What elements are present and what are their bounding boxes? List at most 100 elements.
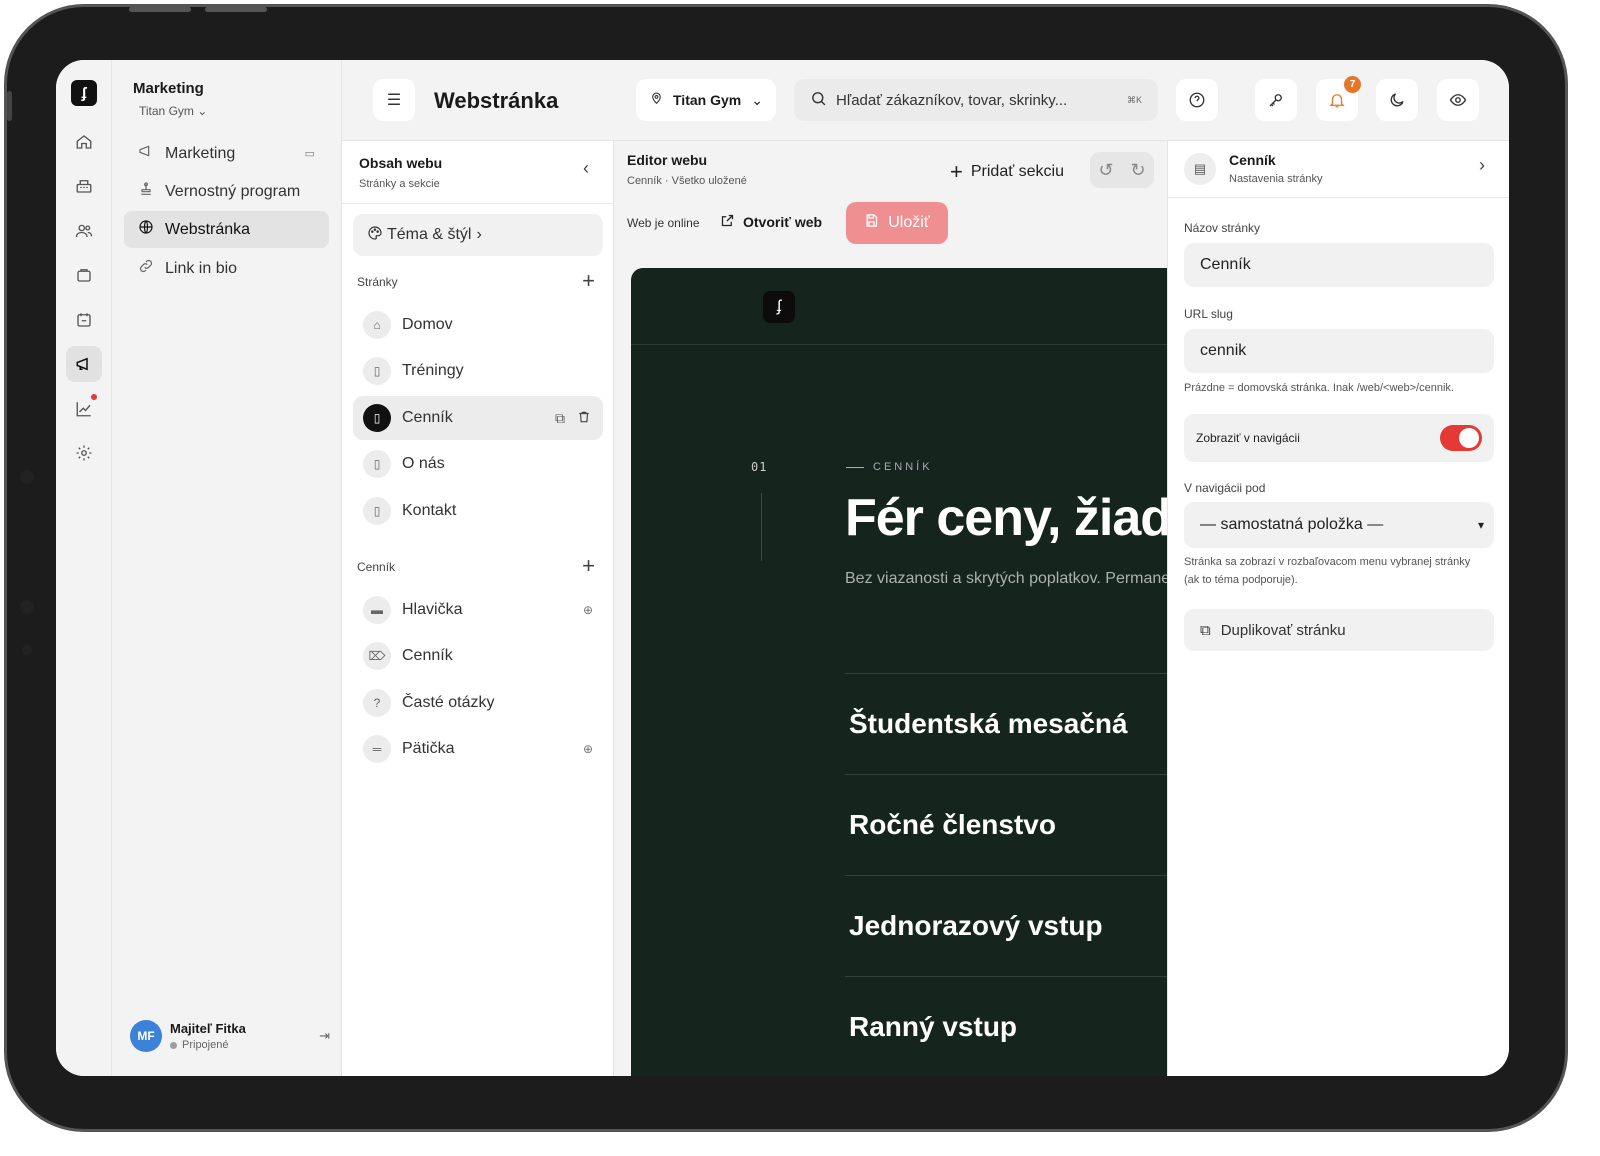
hardware-button xyxy=(129,7,191,12)
user-profile[interactable]: MF Majiteľ Fitka Pripojené ⇥ xyxy=(130,1020,330,1052)
register-icon[interactable] xyxy=(66,168,102,204)
sidebar-item-label: Marketing xyxy=(165,144,236,162)
section-item-faq[interactable]: ? Časté otázky xyxy=(353,681,603,725)
chevron-down-icon: ▾ xyxy=(1477,518,1484,532)
theme-style-button[interactable]: Téma & štýl › xyxy=(353,214,603,256)
section-item-pricing[interactable]: ⌦ Cenník xyxy=(353,634,603,678)
content-panel: Obsah webu Stránky a sekcie ‹ Téma & štý… xyxy=(342,141,614,1076)
toggle-switch[interactable] xyxy=(1440,425,1482,451)
page-label: Kontakt xyxy=(402,502,457,519)
logout-icon[interactable]: ⇥ xyxy=(319,1028,330,1044)
name-label: Názov stránky xyxy=(1184,221,1261,235)
duplicate-label: Duplikovať stránku xyxy=(1220,621,1346,639)
plan-row: Študentská mesačná xyxy=(845,673,1171,774)
key-icon[interactable] xyxy=(1255,79,1297,121)
sidebar: Marketing Titan Gym ⌄ Marketing ▭ Vernos… xyxy=(112,60,342,1076)
search-input[interactable]: Hľadať zákazníkov, tovar, skrinky... ⌘K xyxy=(794,79,1158,121)
page-item-contact[interactable]: ▯ Kontakt xyxy=(353,489,603,533)
sidebar-item-marketing[interactable]: Marketing ▭ xyxy=(124,135,329,172)
sidebar-title: Marketing xyxy=(133,80,204,97)
search-icon xyxy=(810,90,827,111)
nav-parent-hint: Stránka sa zobrazí v rozbaľovacom menu v… xyxy=(1184,556,1471,586)
slug-hint: Prázdne = domovská stránka. Inak /web/<w… xyxy=(1184,382,1454,394)
site-preview[interactable]: ʄ 01 CENNÍK Fér ceny, žiadne Bez viazano… xyxy=(631,268,1171,1076)
trash-icon[interactable] xyxy=(577,410,591,427)
section-number: 01 xyxy=(751,460,768,474)
gym-name: Titan Gym xyxy=(673,92,742,108)
palette-icon xyxy=(367,225,383,246)
preview-heading: Fér ceny, žiadne xyxy=(845,489,1171,547)
page-item-pricing[interactable]: ▯ Cenník ⧉ xyxy=(353,396,603,440)
nav-visibility-toggle[interactable]: Zobraziť v navigácii xyxy=(1184,414,1494,462)
card-icon: ▭ xyxy=(304,148,315,160)
customers-icon[interactable] xyxy=(66,213,102,249)
open-web-link[interactable]: Otvoriť web xyxy=(720,213,822,231)
section-label: Cenník xyxy=(402,647,453,664)
external-link-icon xyxy=(720,213,735,231)
org-switcher[interactable]: Titan Gym ⌄ xyxy=(139,104,207,118)
section-item-header[interactable]: ▬ Hlavička ⊕ xyxy=(353,588,603,632)
globe-icon: ⊕ xyxy=(582,742,593,756)
sidebar-item-website[interactable]: Webstránka xyxy=(124,211,329,248)
page-label: Tréningy xyxy=(402,362,464,379)
sidebar-item-label: Vernostný program xyxy=(165,182,301,200)
analytics-icon[interactable] xyxy=(66,391,102,427)
site-logo-icon: ʄ xyxy=(763,291,795,323)
sidebar-item-loyalty[interactable]: Vernostný program xyxy=(124,173,329,210)
theme-label: Téma & štýl xyxy=(387,226,472,243)
app-logo-icon[interactable]: ʄ xyxy=(71,80,97,106)
bell-icon[interactable]: 7 xyxy=(1316,76,1361,121)
sidebar-item-label: Webstránka xyxy=(165,220,251,238)
page-label: O nás xyxy=(402,455,445,472)
chevron-down-icon: ⌄ xyxy=(197,104,208,118)
add-section-icon[interactable]: + xyxy=(582,553,595,579)
settings-icon[interactable] xyxy=(66,435,102,471)
editor-panel: Editor webu Cenník · Všetko uložené + Pri… xyxy=(614,141,1171,1076)
page-name-field[interactable]: Cenník xyxy=(1184,243,1494,287)
products-icon[interactable] xyxy=(66,257,102,293)
gym-selector[interactable]: Titan Gym ⌄ xyxy=(636,79,776,121)
stamp-icon xyxy=(138,181,156,202)
moon-icon[interactable] xyxy=(1376,79,1418,121)
megaphone-icon[interactable] xyxy=(66,346,102,382)
redo-icon[interactable]: ↻ xyxy=(1130,160,1145,181)
page-item-home[interactable]: ⌂ Domov xyxy=(353,303,603,347)
undo-icon[interactable]: ↺ xyxy=(1098,160,1113,181)
sidebar-item-link-in-bio[interactable]: Link in bio xyxy=(124,250,329,287)
editor-status: Cenník · Všetko uložené xyxy=(627,175,747,187)
add-section-button[interactable]: + Pridať sekciu xyxy=(950,159,1064,185)
page-item-trainings[interactable]: ▯ Tréningy xyxy=(353,349,603,393)
duplicate-page-button[interactable]: ⧉ Duplikovať stránku xyxy=(1184,609,1494,651)
home-icon[interactable] xyxy=(66,124,102,160)
menu-icon[interactable]: ☰ xyxy=(373,79,415,121)
eye-icon[interactable] xyxy=(1437,79,1479,121)
header-icon: ▬ xyxy=(363,596,391,624)
sidebar-item-label: Link in bio xyxy=(165,259,238,277)
pin-icon xyxy=(650,92,663,108)
panel-title: Obsah webu xyxy=(359,155,443,171)
chevron-right-icon[interactable]: › xyxy=(1479,155,1485,176)
help-icon[interactable] xyxy=(1176,79,1218,121)
file-icon: ▯ xyxy=(363,404,391,432)
page-label: Cenník xyxy=(402,409,453,426)
settings-title: Cenník xyxy=(1229,152,1276,168)
file-icon: ▤ xyxy=(1184,153,1216,185)
notification-dot xyxy=(91,394,97,400)
icon-rail: ʄ xyxy=(56,60,112,1076)
page-item-about[interactable]: ▯ O nás xyxy=(353,442,603,486)
footer-icon: ═ xyxy=(363,735,391,763)
chevron-left-icon[interactable]: ‹ xyxy=(583,158,589,179)
section-item-footer[interactable]: ═ Pätička ⊕ xyxy=(353,727,603,771)
pages-header: Stránky xyxy=(357,275,398,289)
file-icon: ▯ xyxy=(363,497,391,525)
save-button[interactable]: Uložiť xyxy=(846,202,948,244)
user-name: Majiteľ Fitka xyxy=(170,1021,246,1036)
panel-subtitle: Stránky a sekcie xyxy=(359,178,440,190)
url-slug-field[interactable]: cennik xyxy=(1184,329,1494,373)
nav-parent-select[interactable]: — samostatná položka — ▾ xyxy=(1184,502,1494,548)
open-web-label: Otvoriť web xyxy=(743,214,823,230)
add-page-icon[interactable]: + xyxy=(582,268,595,294)
copy-icon[interactable]: ⧉ xyxy=(555,410,565,427)
calendar-icon[interactable] xyxy=(66,302,102,338)
eyebrow-text: CENNÍK xyxy=(873,461,933,473)
